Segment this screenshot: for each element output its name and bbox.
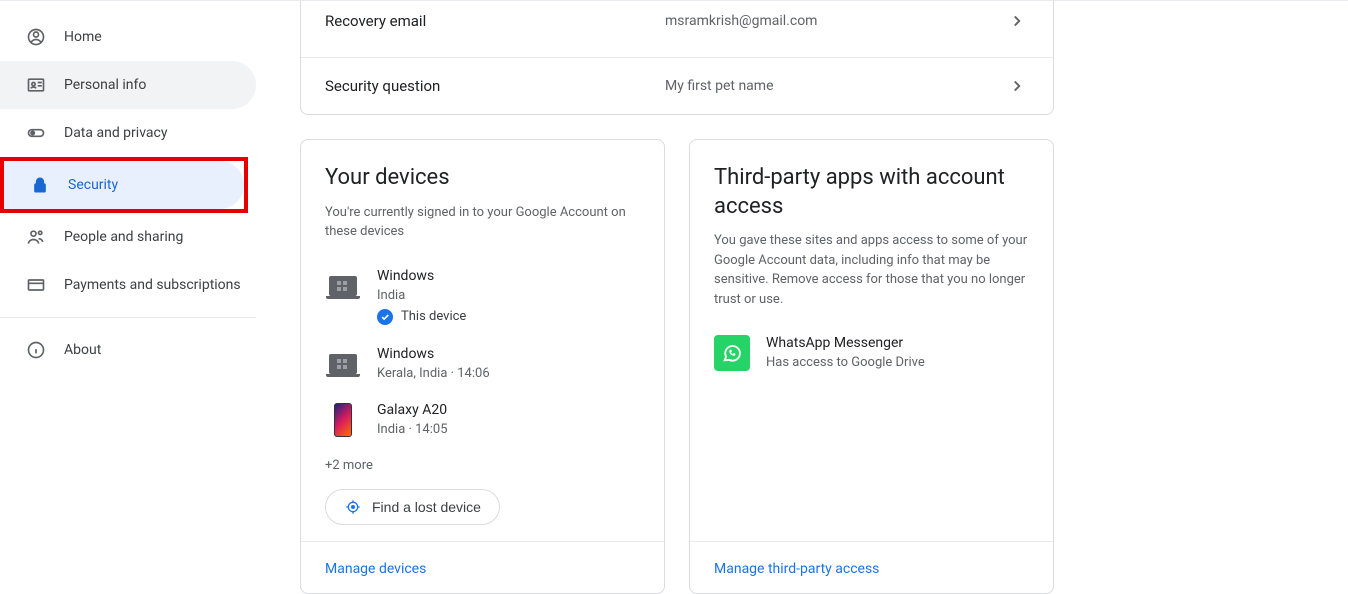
find-lost-device-label: Find a lost device — [372, 499, 481, 515]
sidebar-item-security[interactable]: Security — [4, 161, 244, 209]
device-item[interactable]: Galaxy A20 India · 14:05 — [325, 392, 640, 448]
security-question-label: Security question — [325, 77, 665, 95]
app-name: WhatsApp Messenger — [766, 335, 925, 351]
recovery-card: Recovery email msramkrish@gmail.com Secu… — [300, 1, 1054, 115]
sidebar-item-security-highlight: Security — [0, 157, 248, 213]
lock-icon — [28, 173, 52, 197]
devices-more-count[interactable]: +2 more — [325, 458, 640, 473]
devices-card-footer: Manage devices — [301, 541, 664, 593]
laptop-icon — [325, 346, 361, 382]
app-item[interactable]: WhatsApp Messenger Has access to Google … — [714, 325, 1029, 381]
your-devices-title: Your devices — [325, 164, 640, 193]
sidebar-item-label: Data and privacy — [64, 125, 167, 141]
chevron-right-icon — [1005, 74, 1029, 98]
sidebar-item-data-privacy[interactable]: Data and privacy — [0, 109, 256, 157]
sidebar-item-label: Security — [68, 177, 118, 193]
account-circle-icon — [24, 25, 48, 49]
device-location: India · 14:05 — [377, 422, 448, 437]
sidebar-item-label: Home — [64, 29, 102, 45]
sidebar-item-label: About — [64, 342, 101, 358]
device-name: Windows — [377, 268, 466, 284]
manage-devices-link[interactable]: Manage devices — [325, 561, 426, 577]
locate-icon — [344, 498, 362, 516]
app-access: Has access to Google Drive — [766, 355, 925, 370]
third-party-subtitle: You gave these sites and apps access to … — [714, 231, 1029, 309]
sidebar-item-label: Payments and subscriptions — [64, 277, 241, 293]
security-question-row[interactable]: Security question My first pet name — [301, 57, 1053, 114]
device-location: Kerala, India · 14:06 — [377, 366, 490, 381]
device-name: Windows — [377, 346, 490, 362]
this-device-indicator: This device — [377, 309, 466, 325]
this-device-label: This device — [401, 309, 466, 324]
manage-third-party-link[interactable]: Manage third-party access — [714, 561, 879, 577]
find-lost-device-button[interactable]: Find a lost device — [325, 489, 500, 525]
sidebar: Home Personal info Data and privacy — [0, 1, 256, 550]
toggle-icon — [24, 121, 48, 145]
sidebar-item-label: People and sharing — [64, 229, 183, 245]
check-circle-icon — [377, 309, 393, 325]
credit-card-icon — [24, 273, 48, 297]
id-card-icon — [24, 73, 48, 97]
sidebar-divider — [0, 317, 256, 318]
your-devices-card: Your devices You're currently signed in … — [300, 139, 665, 594]
security-question-value: My first pet name — [665, 78, 1005, 94]
device-location: India — [377, 288, 466, 303]
sidebar-item-people-sharing[interactable]: People and sharing — [0, 213, 256, 261]
device-item[interactable]: Windows India This device — [325, 258, 640, 336]
recovery-email-label: Recovery email — [325, 12, 665, 30]
third-party-title: Third-party apps with account access — [714, 164, 1029, 221]
phone-icon — [325, 402, 361, 438]
people-icon — [24, 225, 48, 249]
sidebar-item-label: Personal info — [64, 77, 146, 93]
your-devices-subtitle: You're currently signed in to your Googl… — [325, 203, 640, 242]
main-content: Recovery email msramkrish@gmail.com Secu… — [256, 1, 1348, 550]
third-party-card-footer: Manage third-party access — [690, 541, 1053, 593]
sidebar-item-payments[interactable]: Payments and subscriptions — [0, 261, 256, 309]
info-icon — [24, 338, 48, 362]
laptop-icon — [325, 268, 361, 304]
sidebar-item-home[interactable]: Home — [0, 13, 256, 61]
device-item[interactable]: Windows Kerala, India · 14:06 — [325, 336, 640, 392]
sidebar-item-about[interactable]: About — [0, 326, 256, 374]
chevron-right-icon — [1005, 9, 1029, 33]
recovery-email-value: msramkrish@gmail.com — [665, 13, 1005, 29]
recovery-email-row[interactable]: Recovery email msramkrish@gmail.com — [301, 1, 1053, 57]
device-name: Galaxy A20 — [377, 402, 448, 418]
sidebar-item-personal-info[interactable]: Personal info — [0, 61, 256, 109]
whatsapp-icon — [714, 335, 750, 371]
third-party-card: Third-party apps with account access You… — [689, 139, 1054, 594]
